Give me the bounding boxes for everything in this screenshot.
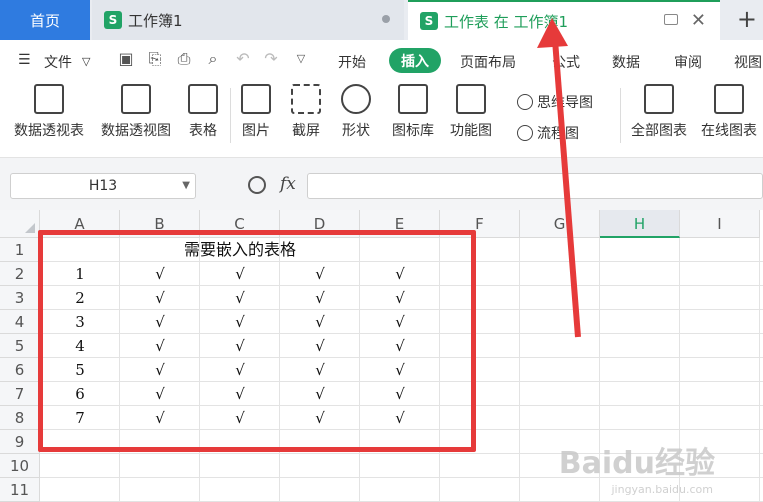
shape-button[interactable]: 形状 [341, 84, 371, 140]
table-button[interactable]: 表格 [188, 84, 218, 140]
new-tab-icon[interactable]: + [737, 5, 757, 33]
redo-icon[interactable]: ↷ [262, 50, 280, 68]
tab-home[interactable]: 首页 [0, 0, 90, 40]
tab-label: 工作簿1 [128, 11, 183, 30]
table-label: 表格 [189, 123, 217, 139]
flowchart-label: 流程图 [537, 126, 579, 142]
print-preview-icon[interactable]: ⌕ [204, 50, 222, 68]
online-charts-label: 在线图表 [701, 123, 757, 139]
export-icon[interactable]: ⎘ [146, 50, 164, 68]
more-icon[interactable]: ▽ [292, 50, 310, 68]
menu-review[interactable]: 审阅 [674, 52, 702, 72]
screenshot-button[interactable]: 截屏 [291, 84, 321, 140]
menu-view[interactable]: 视图 [734, 52, 762, 72]
icon-library-button[interactable]: 图标库 [392, 84, 434, 140]
fx-icon[interactable]: fx [280, 174, 296, 194]
row-header-6[interactable]: 6 [0, 358, 40, 382]
tab-workbook1[interactable]: S 工作簿1 [92, 0, 404, 40]
column-header-i[interactable]: I [680, 210, 760, 238]
row-header-3[interactable]: 3 [0, 286, 40, 310]
column-header-h[interactable]: H [600, 210, 680, 238]
menu-insert[interactable]: 插入 [389, 48, 441, 73]
row-header-9[interactable]: 9 [0, 430, 40, 454]
annotation-box [38, 230, 476, 452]
column-header-g[interactable]: G [520, 210, 600, 238]
online-charts-button[interactable]: 在线图表 [701, 84, 757, 140]
pivot-table-label: 数据透视表 [14, 123, 84, 139]
picture-icon [241, 84, 271, 114]
select-all-corner[interactable] [0, 210, 40, 238]
picture-button[interactable]: 图片 [241, 84, 271, 140]
tab-bar: 首页 S 工作簿1 S 工作表 在 工作簿1 ✕ + [0, 0, 763, 40]
pivot-chart-button[interactable]: 数据透视图 [101, 84, 171, 140]
menu-file[interactable]: 文件 [44, 52, 72, 72]
unsaved-dot-icon [382, 15, 390, 23]
icon-library-label: 图标库 [392, 123, 434, 139]
online-chart-icon [714, 84, 744, 114]
close-icon[interactable]: ✕ [691, 10, 706, 31]
menu-start[interactable]: 开始 [338, 52, 366, 72]
hamburger-icon[interactable]: ☰ [18, 52, 31, 68]
chevron-down-icon[interactable]: ▽ [82, 55, 90, 68]
tab-label: 工作表 在 工作簿1 [444, 12, 569, 31]
screenshot-icon [291, 84, 321, 114]
chevron-down-icon[interactable]: ▼ [182, 174, 190, 198]
flowchart-icon [517, 125, 533, 141]
ribbon-divider [620, 88, 621, 143]
function-chart-icon [456, 84, 486, 114]
menu-bar: ☰ 文件 ▽ 开始 页面布局 公式 数据 审阅 视图 [0, 40, 763, 80]
row-header-2[interactable]: 2 [0, 262, 40, 286]
shape-icon [341, 84, 371, 114]
row-header-11[interactable]: 11 [0, 478, 40, 502]
menu-data[interactable]: 数据 [612, 52, 640, 72]
row-header-8[interactable]: 8 [0, 406, 40, 430]
window-icon[interactable] [664, 14, 678, 25]
pivot-chart-label: 数据透视图 [101, 123, 171, 139]
undo-icon[interactable]: ↶ [234, 50, 252, 68]
ribbon-divider [230, 88, 231, 143]
row-header-4[interactable]: 4 [0, 310, 40, 334]
print-icon[interactable]: ⎙ [175, 50, 193, 68]
formula-bar: H13 ▼ fx [0, 158, 763, 210]
bar-chart-icon [644, 84, 674, 114]
menu-page-layout[interactable]: 页面布局 [460, 52, 516, 72]
grid-vline [519, 238, 520, 502]
row-header-10[interactable]: 10 [0, 454, 40, 478]
flowchart-button[interactable]: 流程图 [517, 123, 579, 143]
shape-label: 形状 [342, 123, 370, 139]
table-icon [188, 84, 218, 114]
name-box[interactable]: H13 ▼ [10, 173, 196, 199]
tab-embedded-sheet[interactable]: S 工作表 在 工作簿1 ✕ [408, 0, 720, 40]
save-icon[interactable]: ▣ [117, 50, 135, 68]
sheet-app-icon: S [420, 12, 438, 30]
pivot-chart-icon [121, 84, 151, 114]
icon-library-icon [398, 84, 428, 114]
formula-input[interactable] [307, 173, 763, 199]
mindmap-icon [517, 94, 533, 110]
mindmap-label: 思维导图 [537, 95, 593, 111]
menu-formula[interactable]: 公式 [552, 52, 580, 72]
all-charts-button[interactable]: 全部图表 [631, 84, 687, 140]
grid-vline [759, 238, 760, 502]
function-chart-label: 功能图 [450, 123, 492, 139]
row-header-7[interactable]: 7 [0, 382, 40, 406]
screenshot-label: 截屏 [292, 123, 320, 139]
ribbon: 数据透视表 数据透视图 表格 图片 截屏 形状 图标库 功能图 思维导图 流程图… [0, 80, 763, 158]
mindmap-button[interactable]: 思维导图 [517, 92, 593, 112]
row-header-1[interactable]: 1 [0, 238, 40, 262]
pivot-table-button[interactable]: 数据透视表 [14, 84, 84, 140]
pivot-table-icon [34, 84, 64, 114]
function-chart-button[interactable]: 功能图 [450, 84, 492, 140]
zoom-icon[interactable] [248, 176, 266, 194]
all-charts-label: 全部图表 [631, 123, 687, 139]
watermark: Baidu经验 [558, 446, 715, 481]
name-box-value: H13 [88, 178, 118, 194]
sheet-app-icon: S [104, 11, 122, 29]
watermark-sub: jingyan.baidu.com [611, 483, 713, 496]
picture-label: 图片 [242, 123, 270, 139]
row-header-5[interactable]: 5 [0, 334, 40, 358]
